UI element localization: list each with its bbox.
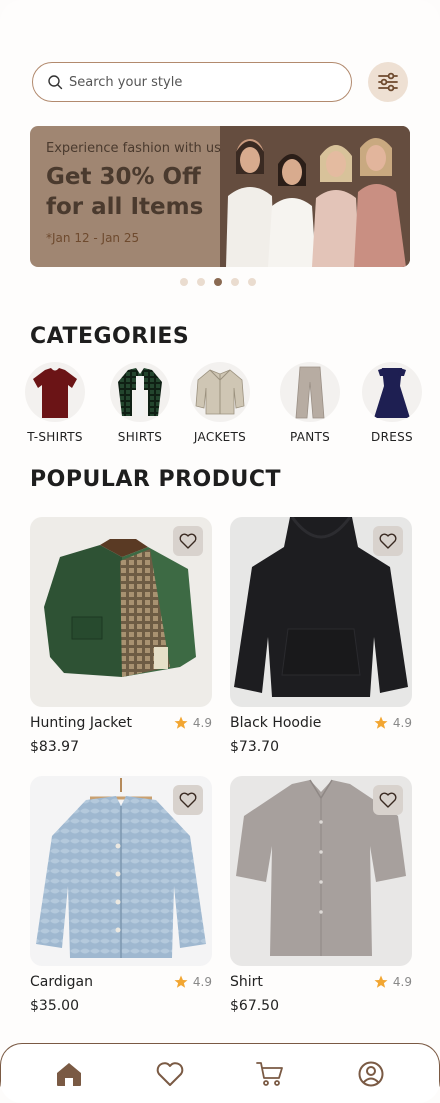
carousel-dot[interactable] [231,278,239,286]
wishlist-button[interactable] [173,785,203,815]
star-icon [174,716,188,729]
nav-cart[interactable] [248,1052,292,1096]
product-name: Shirt [230,974,263,990]
carousel-dot[interactable] [214,278,222,286]
carousel-dot[interactable] [248,278,256,286]
category-label: PANTS [289,430,331,444]
product-name: Hunting Jacket [30,715,132,731]
cart-icon [256,1061,284,1086]
category-label: SHIRTS [117,430,163,444]
category-label: JACKETS [193,430,247,444]
search-icon [48,75,63,90]
category-tshirts[interactable]: T-SHIRTS [15,362,95,444]
home-screen: Experience fashion with us Get 30% Off f… [0,0,440,1103]
jacket-thumb [190,362,250,422]
product-rating: 4.9 [174,975,212,989]
carousel-dot[interactable] [180,278,188,286]
product-card[interactable]: Hunting Jacket 4.9 $83.97 [30,517,212,755]
categories-title: CATEGORIES [30,324,190,349]
nav-home[interactable] [47,1052,91,1096]
product-image [230,776,412,966]
wishlist-button[interactable] [173,526,203,556]
carousel-dots [180,278,256,286]
heart-icon [179,533,197,549]
rating-value: 4.9 [192,975,212,989]
product-image [230,517,412,707]
category-shirts[interactable]: SHIRTS [100,362,180,444]
product-price: $73.70 [230,739,279,755]
rating-value: 4.9 [392,975,412,989]
nav-wishlist[interactable] [148,1052,192,1096]
popular-title: POPULAR PRODUCT [30,467,282,492]
product-price: $83.97 [30,739,79,755]
product-image [30,776,212,966]
product-name: Cardigan [30,974,93,990]
search-bar[interactable] [32,62,352,102]
category-pants[interactable]: PANTS [270,362,350,444]
rating-value: 4.9 [392,716,412,730]
home-icon [57,1062,82,1086]
dress-thumb [362,362,422,422]
wishlist-button[interactable] [373,526,403,556]
category-label: DRESS [371,430,413,444]
shirt-icon [118,368,162,416]
jacket-icon [195,369,245,415]
rating-value: 4.9 [192,716,212,730]
product-price: $67.50 [230,998,279,1014]
banner-subtitle: Experience fashion with us [46,141,221,156]
product-price: $35.00 [30,998,79,1014]
promo-banner[interactable]: Experience fashion with us Get 30% Off f… [30,126,410,267]
pants-thumb [280,362,340,422]
product-rating: 4.9 [374,716,412,730]
product-image [30,517,212,707]
tshirt-icon [33,368,77,418]
tshirt-thumb [25,362,85,422]
shirt-thumb [110,362,170,422]
product-card[interactable]: Shirt 4.9 $67.50 [230,776,412,1014]
category-jackets[interactable]: JACKETS [180,362,260,444]
product-rating: 4.9 [174,716,212,730]
star-icon [174,975,188,988]
search-input[interactable] [69,74,329,90]
heart-icon [156,1061,184,1086]
bottom-nav [0,1043,440,1103]
star-icon [374,716,388,729]
pants-icon [295,366,325,419]
product-card[interactable]: Cardigan 4.9 $35.00 [30,776,212,1014]
category-dress[interactable]: DRESS [352,362,432,444]
heart-icon [379,792,397,808]
dress-icon [374,368,410,418]
filter-button[interactable] [368,62,408,102]
product-card[interactable]: Black Hoodie 4.9 $73.70 [230,517,412,755]
banner-models-image [220,126,410,267]
star-icon [374,975,388,988]
heart-icon [179,792,197,808]
heart-icon [379,533,397,549]
nav-profile[interactable] [349,1052,393,1096]
product-rating: 4.9 [374,975,412,989]
wishlist-button[interactable] [373,785,403,815]
profile-icon [358,1061,384,1086]
banner-date: *Jan 12 - Jan 25 [46,231,140,245]
category-label: T-SHIRTS [27,430,83,444]
banner-title: Get 30% Off for all Items [46,164,204,220]
filter-icon [378,72,398,92]
product-name: Black Hoodie [230,715,322,731]
carousel-dot[interactable] [197,278,205,286]
